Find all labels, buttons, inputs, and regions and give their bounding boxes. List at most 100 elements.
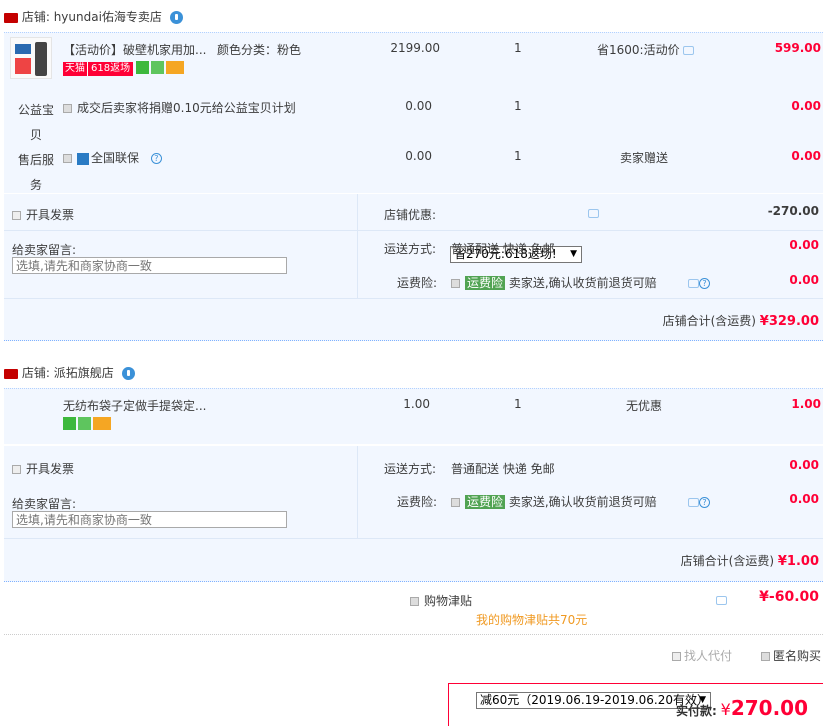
allowance-value: ¥-60.00 (759, 589, 819, 605)
message-label: 给卖家留言: (12, 243, 77, 257)
invoice-checkbox[interactable] (12, 465, 21, 474)
shop1-header: 店铺: hyundai佑海专卖店 (0, 4, 823, 30)
item2-subtotal: 1.00 (791, 397, 821, 411)
invoice-option[interactable]: 开具发票 (12, 460, 74, 477)
product-thumbnail-blender[interactable] (10, 37, 52, 79)
item1-qty: 1 (514, 41, 522, 55)
help-icon[interactable]: ? (699, 497, 710, 508)
service-row: 全国联保 ? (63, 149, 162, 166)
proxy-pay-option[interactable]: 找人代付 (672, 647, 732, 664)
item1-tags: 天猫 618返场 (63, 61, 186, 76)
shipping-fee: 0.00 (789, 238, 819, 252)
shipping-value: 普通配送 快递 免邮 (451, 462, 555, 476)
allowance-row: 购物津贴 (410, 592, 472, 609)
total-label: 店铺合计(含运费) (680, 554, 775, 568)
shop2-name-link[interactable]: 派拓旗舰店 (54, 366, 114, 380)
message-icon[interactable] (688, 498, 699, 507)
divider (357, 194, 358, 298)
pay-total: 实付款: ¥270.00 (676, 696, 808, 720)
shop-verified-icon[interactable] (121, 367, 135, 380)
service-text: 全国联保 (91, 151, 140, 165)
pay-amount: 270.00 (730, 696, 809, 720)
credit-card-icon[interactable] (93, 417, 111, 430)
credit-card-icon[interactable] (166, 61, 185, 74)
message-label: 给卖家留言: (12, 497, 77, 511)
item2-title-link[interactable]: 无纺布袋子定做手提袋定... (63, 397, 206, 414)
shipping-label: 运送方式: (384, 462, 437, 476)
shop2-total: 店铺合计(含运费) ¥1.00 (500, 552, 819, 569)
shop-label: 店铺: (21, 10, 50, 24)
charity-checkbox[interactable] (63, 104, 72, 113)
proxy-pay-checkbox[interactable] (672, 652, 681, 661)
tmall-logo-icon (4, 368, 18, 379)
service-label: 售后服务 (17, 153, 54, 192)
divider (4, 230, 823, 231)
divider (357, 446, 358, 538)
invoice-label: 开具发票 (26, 208, 75, 222)
shop-label: 店铺: (21, 366, 50, 380)
insurance-label: 运费险: (397, 276, 438, 290)
divider (4, 634, 823, 635)
insurance-tag: 运费险 (465, 276, 506, 290)
discount-value: -270.00 (767, 204, 819, 218)
total-label: 店铺合计(含运费) (662, 314, 756, 328)
seven-day-return-icon[interactable] (63, 417, 76, 430)
item1-price: 2199.00 (390, 41, 440, 55)
service-price: 0.00 (405, 149, 432, 163)
service-qty: 1 (514, 149, 522, 163)
invoice-label: 开具发票 (26, 462, 75, 476)
item2-badges (63, 416, 113, 430)
shop1-total: 店铺合计(含运费) ¥329.00 (500, 312, 819, 329)
seven-day-return-icon[interactable] (136, 61, 150, 74)
invoice-option[interactable]: 开具发票 (12, 206, 74, 223)
charity-text: 成交后卖家将捐赠0.10元给公益宝贝计划 (77, 101, 296, 115)
insurance-fee: 0.00 (789, 492, 819, 506)
discount-label: 店铺优惠: (384, 208, 437, 222)
divider (4, 298, 823, 299)
item1-title-link[interactable]: 【活动价】破壁机家用加... (63, 41, 213, 58)
shipping-label: 运送方式: (384, 242, 437, 256)
message-icon[interactable] (588, 209, 599, 218)
insurance-fee: 0.00 (789, 273, 819, 287)
anonymous-checkbox[interactable] (761, 652, 770, 661)
allowance-label: 购物津贴 (424, 594, 473, 608)
message-icon[interactable] (688, 279, 699, 288)
tmall-tag: 天猫 (63, 61, 87, 76)
insurance-icons: ? (688, 276, 710, 290)
item1-spec: 颜色分类：粉色 (217, 43, 302, 57)
allowance-checkbox[interactable] (410, 597, 419, 606)
seller-message-input[interactable] (12, 257, 287, 274)
invoice-checkbox[interactable] (12, 211, 21, 220)
charity-subtotal: 0.00 (791, 99, 821, 113)
item2-price: 1.00 (403, 397, 430, 411)
insurance-row: 运费险 卖家送,确认收货前退货可赔 (451, 493, 657, 510)
guarantee-icon[interactable] (151, 61, 165, 74)
service-promo: 卖家赠送 (620, 151, 669, 165)
shop-verified-icon[interactable] (169, 11, 183, 24)
message-icon[interactable] (683, 46, 695, 55)
charity-price: 0.00 (405, 99, 432, 113)
service-checkbox[interactable] (63, 154, 72, 163)
help-icon[interactable]: ? (699, 278, 710, 289)
item1-promo: 省1600:活动价 (597, 41, 695, 58)
shop1-name-link[interactable]: hyundai佑海专卖店 (54, 10, 162, 24)
guarantee-icon[interactable] (78, 417, 91, 430)
item2-qty: 1 (514, 397, 522, 411)
tmall-logo-icon (4, 12, 18, 23)
proxy-pay-label: 找人代付 (684, 649, 733, 663)
allowance-note: 我的购物津贴共70元 (476, 613, 588, 627)
help-icon[interactable]: ? (150, 153, 162, 164)
insurance-icons: ? (688, 495, 710, 509)
insurance-text: 卖家送,确认收货前退货可赔 (508, 495, 657, 509)
seller-message-input[interactable] (12, 511, 287, 528)
insurance-label: 运费险: (397, 495, 438, 509)
shop2-header: 店铺: 派拓旗舰店 (0, 360, 823, 386)
item2-promo: 无优惠 (626, 399, 663, 413)
insurance-checkbox[interactable] (451, 498, 460, 507)
anonymous-option[interactable]: 匿名购买 (761, 647, 821, 664)
anonymous-label: 匿名购买 (773, 649, 822, 663)
pay-currency: ¥ (720, 700, 731, 719)
insurance-row: 运费险 卖家送,确认收货前退货可赔 (451, 274, 657, 291)
insurance-checkbox[interactable] (451, 279, 460, 288)
promo-618-tag: 618返场 (87, 61, 134, 76)
